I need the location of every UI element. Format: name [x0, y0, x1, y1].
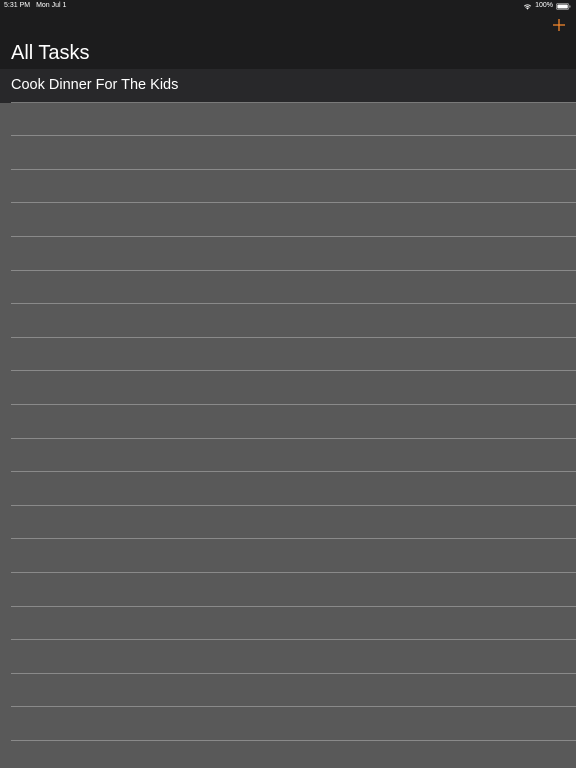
page-title: All Tasks — [11, 42, 90, 64]
empty-row — [0, 707, 576, 741]
add-task-button[interactable] — [552, 18, 566, 32]
task-row[interactable]: Cook Dinner For The Kids — [0, 69, 576, 103]
empty-row — [0, 103, 576, 137]
app-screen: 5:31 PM Mon Jul 1 100% All Tasks Cook Di… — [0, 0, 576, 768]
empty-row — [0, 539, 576, 573]
empty-row — [0, 640, 576, 674]
empty-row — [0, 136, 576, 170]
empty-row — [0, 439, 576, 473]
empty-row — [0, 304, 576, 338]
status-time: 5:31 PM — [4, 2, 31, 9]
empty-row — [0, 338, 576, 372]
navigation-bar: All Tasks — [0, 12, 576, 69]
status-bar: 5:31 PM Mon Jul 1 100% — [0, 0, 576, 12]
empty-row — [0, 203, 576, 237]
empty-row — [0, 472, 576, 506]
empty-row — [0, 674, 576, 708]
row-separator — [11, 739, 576, 741]
empty-row — [0, 506, 576, 540]
empty-row — [0, 573, 576, 607]
empty-row — [0, 170, 576, 204]
empty-row — [0, 237, 576, 271]
empty-row — [0, 371, 576, 405]
empty-row — [0, 271, 576, 305]
plus-icon — [553, 19, 565, 31]
wifi-icon — [523, 3, 532, 10]
battery-icon — [556, 2, 571, 10]
task-list[interactable]: Cook Dinner For The Kids — [0, 69, 576, 768]
status-date: Mon Jul 1 — [36, 2, 67, 9]
task-title: Cook Dinner For The Kids — [11, 77, 179, 93]
battery-percentage: 100% — [535, 2, 553, 9]
status-right: 100% — [523, 0, 571, 12]
empty-row — [0, 607, 576, 641]
empty-row — [0, 405, 576, 439]
status-left: 5:31 PM Mon Jul 1 — [4, 0, 66, 12]
